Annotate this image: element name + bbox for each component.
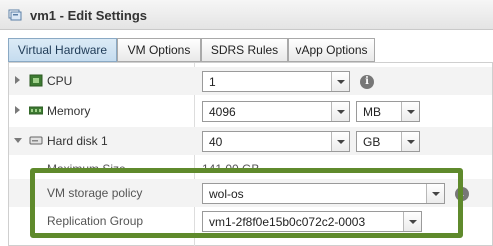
collapse-arrow-icon[interactable] xyxy=(14,138,22,143)
expand-arrow-icon[interactable] xyxy=(15,106,20,114)
dialog-title: vm1 - Edit Settings xyxy=(30,8,148,23)
storage-policy-select[interactable]: wol-os xyxy=(202,183,445,204)
cpu-count-value: 1 xyxy=(209,75,216,89)
cpu-icon xyxy=(29,74,43,87)
storage-policy-label: VM storage policy xyxy=(47,186,143,200)
expand-arrow-icon[interactable] xyxy=(15,76,20,84)
hard-disk-row: Hard disk 1 40 GB xyxy=(9,127,492,155)
maximum-size-label: Maximum Size xyxy=(47,162,126,176)
virtual-hardware-panel: CPU 1 i Memory 4096 MB Hard disk 1 40 GB… xyxy=(8,62,493,246)
tab-sdrs-rules[interactable]: SDRS Rules xyxy=(201,38,288,62)
storage-policy-row: VM storage policy wol-os i xyxy=(9,179,492,207)
chevron-down-icon[interactable] xyxy=(403,212,421,231)
memory-size-select[interactable]: 4096 xyxy=(202,101,350,122)
replication-group-label: Replication Group xyxy=(47,214,144,228)
hard-disk-unit-value: GB xyxy=(363,135,381,149)
cpu-row: CPU 1 i xyxy=(9,67,492,95)
cpu-label: CPU xyxy=(47,74,73,88)
chevron-down-icon[interactable] xyxy=(331,102,349,121)
chevron-down-icon[interactable] xyxy=(426,184,444,203)
hard-disk-unit-select[interactable]: GB xyxy=(356,131,420,152)
hard-disk-icon xyxy=(29,136,43,145)
hard-disk-size-select[interactable]: 40 xyxy=(202,131,350,152)
storage-policy-value: wol-os xyxy=(209,187,244,201)
vm-settings-icon xyxy=(8,9,22,21)
chevron-down-icon[interactable] xyxy=(331,132,349,151)
dialog-title-bar: vm1 - Edit Settings xyxy=(0,0,493,30)
memory-icon xyxy=(29,106,43,115)
cpu-count-select[interactable]: 1 xyxy=(202,71,350,92)
hard-disk-size-value: 40 xyxy=(209,135,223,149)
hard-disk-label: Hard disk 1 xyxy=(47,134,108,148)
chevron-down-icon[interactable] xyxy=(401,132,419,151)
replication-group-select[interactable]: vm1-2f8f0e15b0c072c2-0003 xyxy=(202,211,422,232)
replication-group-row: Replication Group vm1-2f8f0e15b0c072c2-0… xyxy=(9,207,492,235)
memory-unit-select[interactable]: MB xyxy=(356,101,420,122)
memory-row: Memory 4096 MB xyxy=(9,97,492,125)
tab-vm-options[interactable]: VM Options xyxy=(117,38,201,62)
maximum-size-value: 141.00 GB xyxy=(202,162,260,176)
memory-label: Memory xyxy=(47,104,91,118)
memory-unit-value: MB xyxy=(363,105,381,119)
info-icon[interactable]: i xyxy=(455,187,469,201)
chevron-down-icon[interactable] xyxy=(331,72,349,91)
tab-virtual-hardware[interactable]: Virtual Hardware xyxy=(8,38,117,62)
info-icon[interactable]: i xyxy=(360,75,374,89)
memory-size-value: 4096 xyxy=(209,105,236,119)
chevron-down-icon[interactable] xyxy=(401,102,419,121)
tab-vapp-options[interactable]: vApp Options xyxy=(288,38,375,62)
replication-group-value: vm1-2f8f0e15b0c072c2-0003 xyxy=(209,215,366,229)
